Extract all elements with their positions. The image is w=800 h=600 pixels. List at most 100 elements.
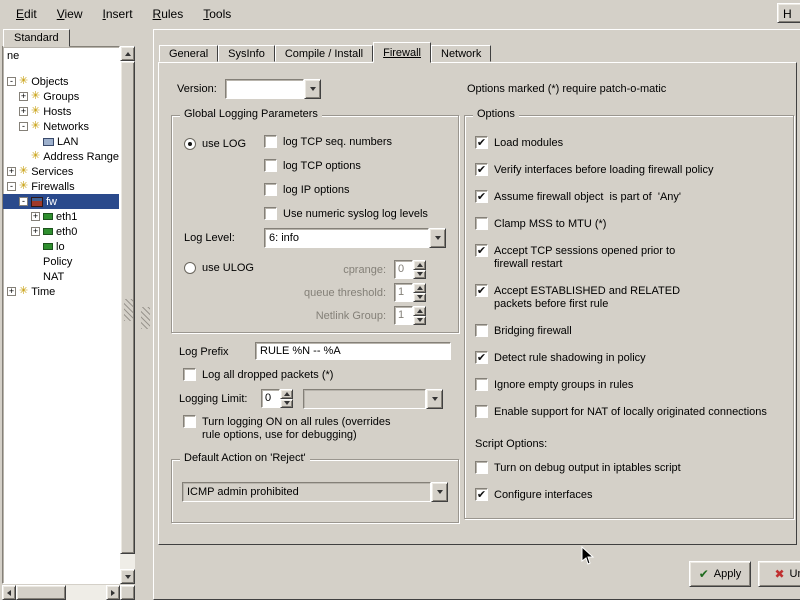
checkbox-box[interactable] [475, 324, 488, 337]
collapse-icon[interactable]: - [19, 197, 28, 206]
checkbox-box[interactable]: ✔ [475, 136, 488, 149]
tab-network[interactable]: Network [431, 45, 492, 62]
tree-horizontal-scrollbar[interactable] [2, 585, 120, 600]
use-log-radio[interactable]: use LOG [184, 138, 246, 150]
checkbox-log-tcp-seq-numbers[interactable]: log TCP seq. numbers [264, 135, 428, 149]
logging-limit-combobox[interactable] [303, 389, 443, 409]
expand-icon[interactable]: + [19, 92, 28, 101]
menu-tools[interactable]: Tools [193, 3, 241, 25]
spinner-arrows[interactable] [413, 306, 426, 325]
collapse-icon[interactable]: - [7, 182, 16, 191]
checkbox-box[interactable]: ✔ [475, 190, 488, 203]
checkbox-box[interactable] [264, 183, 277, 196]
tree-item-time[interactable]: + ✳ Time [3, 284, 119, 299]
tree-item-eth0[interactable]: + eth0 [3, 224, 119, 239]
radio-icon[interactable] [184, 138, 196, 150]
spin-up-icon[interactable] [280, 389, 293, 399]
log-level-combobox[interactable]: 6: info [264, 228, 446, 248]
tree-item-address-range[interactable]: ✳ Address Range [3, 149, 119, 164]
checkbox-log-all-dropped-packets[interactable]: Log all dropped packets (*) [183, 368, 333, 382]
scroll-down-icon[interactable] [120, 569, 135, 584]
chevron-down-icon[interactable] [426, 389, 443, 409]
scrollbar-thumb[interactable] [16, 585, 66, 600]
checkbox-box[interactable]: ✔ [475, 284, 488, 297]
checkbox-log-ip-options[interactable]: log IP options [264, 183, 428, 197]
spinner[interactable]: 1 [394, 283, 426, 302]
tab-firewall[interactable]: Firewall [373, 42, 431, 63]
checkbox-use-numeric-syslog-log-level[interactable]: Use numeric syslog log levels [264, 207, 428, 221]
undo-button[interactable]: ✖ Un [758, 561, 800, 587]
apply-button[interactable]: ✔ Apply [689, 561, 751, 587]
spinner[interactable]: 0 [261, 389, 293, 408]
checkbox-accept-established-and-relat[interactable]: ✔ Accept ESTABLISHED and RELATED packets … [475, 284, 787, 311]
expand-icon[interactable]: + [19, 107, 28, 116]
tree-item-hosts[interactable]: + ✳ Hosts [3, 104, 119, 119]
spin-down-icon[interactable] [413, 315, 426, 325]
tree-item-lo[interactable]: lo [3, 239, 119, 254]
expand-icon[interactable]: + [7, 287, 16, 296]
spin-down-icon[interactable] [413, 269, 426, 279]
spinner[interactable]: 0 [394, 260, 426, 279]
chevron-down-icon[interactable] [431, 482, 448, 502]
menu-edit[interactable]: Edit [6, 3, 47, 25]
tab-general[interactable]: General [159, 45, 219, 62]
tree-item-lan[interactable]: LAN [3, 134, 119, 149]
checkbox-load-modules[interactable]: ✔ Load modules [475, 136, 787, 150]
checkbox-enable-support-for-nat-of-lo[interactable]: Enable support for NAT of locally origin… [475, 405, 787, 419]
expand-icon[interactable]: + [31, 227, 40, 236]
checkbox-box[interactable]: ✔ [475, 244, 488, 257]
tree-item-groups[interactable]: + ✳ Groups [3, 89, 119, 104]
menu-view[interactable]: View [47, 3, 93, 25]
checkbox-box[interactable] [264, 135, 277, 148]
checkbox-turn-logging-on-on-all-rules[interactable]: Turn logging ON on all rules (overrides … [183, 415, 391, 442]
checkbox-box[interactable] [183, 415, 196, 428]
object-tree[interactable]: ne - ✳ Objects + ✳ Groups + ✳ Hosts - ✳ Networks LAN… [2, 46, 120, 584]
chevron-down-icon[interactable] [304, 79, 321, 99]
menu-rules[interactable]: Rules [143, 3, 194, 25]
checkbox-accept-tcp-sessions-opened-p[interactable]: ✔ Accept TCP sessions opened prior to fir… [475, 244, 787, 271]
chevron-down-icon[interactable] [429, 228, 446, 248]
tab-sysinfo[interactable]: SysInfo [218, 45, 275, 62]
spin-up-icon[interactable] [413, 283, 426, 293]
scroll-up-icon[interactable] [120, 46, 135, 61]
checkbox-verify-interfaces-before-loa[interactable]: ✔ Verify interfaces before loading firewa… [475, 163, 787, 177]
tree-item-fw[interactable]: - fw [3, 194, 119, 209]
checkbox-detect-rule-shadowing-in-pol[interactable]: ✔ Detect rule shadowing in policy [475, 351, 787, 365]
checkbox-box[interactable] [475, 405, 488, 418]
menu-insert[interactable]: Insert [93, 3, 143, 25]
scroll-right-icon[interactable] [106, 585, 120, 600]
splitter-handle[interactable] [124, 299, 133, 321]
splitter-handle[interactable] [141, 307, 150, 329]
spin-down-icon[interactable] [413, 292, 426, 302]
checkbox-configure-interfaces[interactable]: ✔ Configure interfaces [475, 488, 787, 502]
log-prefix-input[interactable] [255, 342, 451, 360]
spinner-arrows[interactable] [413, 283, 426, 302]
scroll-left-icon[interactable] [2, 585, 16, 600]
tree-item-networks[interactable]: - ✳ Networks [3, 119, 119, 134]
checkbox-box[interactable] [264, 159, 277, 172]
radio-icon[interactable] [184, 262, 196, 274]
checkbox-box[interactable]: ✔ [475, 488, 488, 501]
checkbox-assume-firewall-object-is-pa[interactable]: ✔ Assume firewall object is part of 'Any' [475, 190, 787, 204]
tab-compile-install[interactable]: Compile / Install [274, 45, 374, 62]
checkbox-turn-on-debug-output-in-ipta[interactable]: Turn on debug output in iptables script [475, 461, 787, 475]
checkbox-box[interactable] [475, 378, 488, 391]
menu-help[interactable]: H [777, 3, 800, 23]
collapse-icon[interactable]: - [19, 122, 28, 131]
checkbox-box[interactable]: ✔ [475, 163, 488, 176]
tree-item-eth1[interactable]: + eth1 [3, 209, 119, 224]
checkbox-log-tcp-options[interactable]: log TCP options [264, 159, 428, 173]
checkbox-bridging-firewall[interactable]: Bridging firewall [475, 324, 787, 338]
checkbox-box[interactable] [475, 461, 488, 474]
spinner-arrows[interactable] [280, 389, 293, 408]
tree-item-policy[interactable]: Policy [3, 254, 119, 269]
checkbox-ignore-empty-groups-in-rules[interactable]: Ignore empty groups in rules [475, 378, 787, 392]
collapse-icon[interactable]: - [7, 77, 16, 86]
spinner-arrows[interactable] [413, 260, 426, 279]
expand-icon[interactable]: + [31, 212, 40, 221]
checkbox-clamp-mss-to-mtu[interactable]: Clamp MSS to MTU (*) [475, 217, 787, 231]
default-action-combobox[interactable]: ICMP admin prohibited [182, 482, 448, 502]
version-combobox[interactable] [225, 79, 321, 99]
tree-item-services[interactable]: + ✳ Services [3, 164, 119, 179]
spin-up-icon[interactable] [413, 260, 426, 270]
